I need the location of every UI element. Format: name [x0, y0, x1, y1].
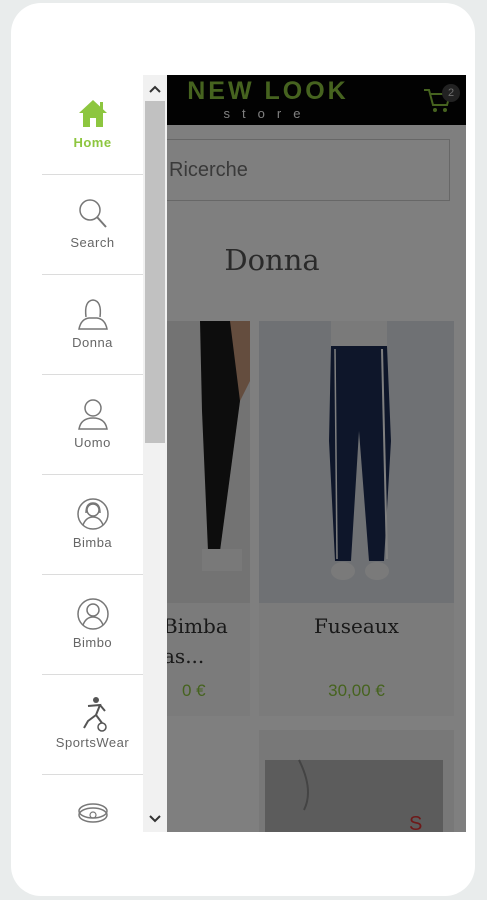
menu-label: Home	[73, 135, 112, 150]
man-icon	[78, 399, 108, 430]
drawer-scrollbar[interactable]	[143, 75, 167, 832]
scroll-down-button[interactable]	[143, 806, 167, 832]
menu-label: SportsWear	[55, 735, 130, 750]
girl-icon	[77, 498, 109, 530]
menu-label: Search	[70, 235, 115, 250]
menu-item-search[interactable]: Search	[42, 175, 143, 275]
menu-label: Uomo	[74, 435, 111, 450]
home-icon	[79, 100, 107, 127]
menu-item-bimbo[interactable]: Bimbo	[42, 575, 143, 675]
menu-item-uomo[interactable]: Uomo	[42, 375, 143, 475]
chevron-up-icon	[149, 85, 161, 93]
phone-frame: NEW LOOK store 2 Donna	[11, 3, 475, 896]
menu-label: Bimba	[72, 535, 113, 550]
boy-icon	[77, 598, 109, 630]
soccer-player-icon	[83, 697, 107, 732]
menu-label: Bimbo	[72, 635, 113, 650]
menu-item-sportswear[interactable]: SportsWear	[42, 675, 143, 775]
search-icon	[79, 199, 107, 228]
chevron-down-icon	[149, 815, 161, 823]
side-menu-drawer: Home Search Donna Uomo Bimba Bimbo Sport…	[42, 75, 167, 832]
menu-item-home[interactable]: Home	[42, 75, 143, 175]
app-screen: NEW LOOK store 2 Donna	[42, 75, 466, 832]
accessory-icon	[78, 803, 108, 823]
scroll-thumb[interactable]	[145, 101, 165, 443]
scroll-up-button[interactable]	[143, 75, 167, 101]
menu-item-accessories[interactable]	[42, 775, 143, 832]
woman-icon	[78, 299, 108, 330]
menu-item-donna[interactable]: Donna	[42, 275, 143, 375]
menu-label: Donna	[72, 335, 113, 350]
menu-item-bimba[interactable]: Bimba	[42, 475, 143, 575]
